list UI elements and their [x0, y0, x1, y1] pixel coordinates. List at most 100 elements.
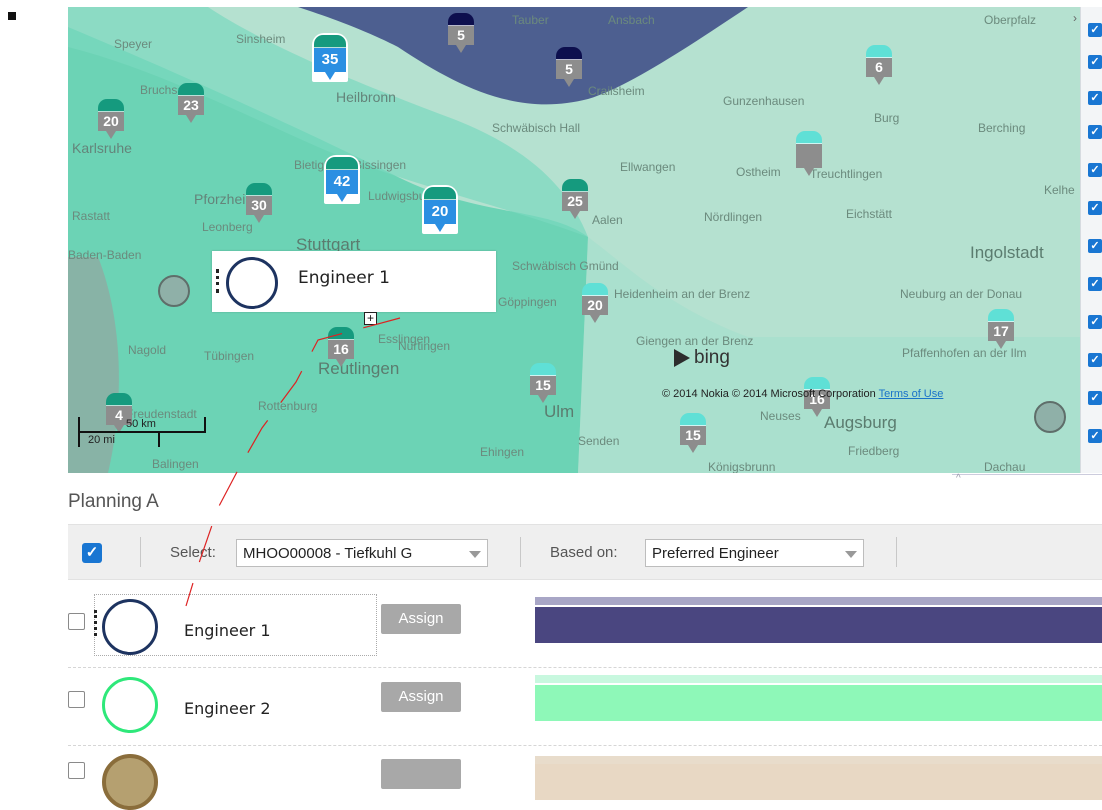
timeline-bar[interactable] — [535, 764, 1102, 800]
pin-cap — [424, 187, 456, 200]
place-tauber: Tauber — [512, 13, 549, 27]
scale-mi-label: 20 mi — [88, 434, 115, 446]
map-pin-cluster[interactable]: 23 — [178, 83, 204, 123]
drag-handle-icon[interactable] — [216, 269, 219, 293]
pin-cap — [246, 183, 272, 196]
pin-count: 15 — [530, 376, 556, 395]
pin-count: 17 — [988, 322, 1014, 341]
map-pin-cluster[interactable]: 15 — [680, 413, 706, 453]
pin-tip — [456, 45, 466, 53]
job-select[interactable]: MHOO00008 - Tiefkuhl G — [236, 539, 488, 567]
layer-checkbox[interactable]: ✓ — [1088, 239, 1102, 253]
pin-tip — [186, 115, 196, 123]
map-pin-cluster[interactable]: 30 — [246, 183, 272, 223]
pin-cap — [106, 393, 132, 406]
engineer-name: Engineer 1 — [184, 621, 271, 640]
map-pin-empty[interactable] — [796, 131, 822, 176]
map-pin-cluster[interactable]: 20 — [582, 283, 608, 323]
assign-button[interactable]: Assign — [381, 604, 461, 634]
copyright-text: © 2014 Nokia © 2014 Microsoft Corporatio… — [662, 388, 876, 400]
layer-checkbox[interactable]: ✓ — [1088, 125, 1102, 139]
map-pin-cluster[interactable]: 20 — [422, 185, 458, 234]
layer-checkbox[interactable]: ✓ — [1088, 277, 1102, 291]
pin-cap — [98, 99, 124, 112]
caret-up-icon: ^ — [956, 473, 961, 484]
assign-button[interactable]: Assign — [381, 682, 461, 712]
place-neuburg: Neuburg an der Donau — [900, 287, 1023, 301]
assign-button[interactable] — [381, 759, 461, 789]
dragged-engineer-card[interactable]: Engineer 1 — [212, 251, 496, 312]
bullet-marker — [8, 12, 16, 20]
pin-count: 35 — [314, 48, 346, 72]
layer-checkbox[interactable]: ✓ — [1088, 163, 1102, 177]
layer-checkbox[interactable]: ✓ — [1088, 353, 1102, 367]
timeline-bar[interactable] — [535, 685, 1102, 721]
place-berching: Berching — [978, 121, 1026, 135]
timeline-bar[interactable] — [535, 607, 1102, 643]
dropdown-arrow-icon — [469, 551, 481, 558]
pin-count: 16 — [328, 340, 354, 359]
place-ulm: Ulm — [544, 402, 575, 421]
place-baden-baden: Baden-Baden — [68, 248, 142, 262]
pin-count: 42 — [326, 170, 358, 194]
map-pin-cluster[interactable]: 42 — [324, 155, 360, 204]
pin-cap — [582, 283, 608, 296]
place-burg: Burg — [874, 111, 900, 125]
map-pin-cluster[interactable]: 16 — [328, 327, 354, 367]
timeline-bar-secondary — [535, 597, 1102, 605]
map-pin-cluster[interactable]: 25 — [562, 179, 588, 219]
layer-checkbox[interactable]: ✓ — [1088, 391, 1102, 405]
pin-tip — [996, 341, 1006, 349]
place-crailsheim: Crailsheim — [588, 84, 645, 98]
pin-count: 30 — [246, 196, 272, 215]
layer-checkbox[interactable]: ✓ — [1088, 429, 1102, 443]
drag-handle-icon[interactable] — [94, 610, 97, 636]
based-on-select[interactable]: Preferred Engineer — [645, 539, 864, 567]
pin-cap — [562, 179, 588, 192]
place-heilbronn: Heilbronn — [336, 89, 396, 105]
map-pin-cluster[interactable]: 15 — [530, 363, 556, 403]
map-pin-cluster[interactable]: 20 — [98, 99, 124, 139]
layer-checkbox[interactable]: ✓ — [1088, 201, 1102, 215]
layer-checkbox[interactable]: ✓ — [1088, 91, 1102, 105]
map-pin-cluster[interactable]: 17 — [988, 309, 1014, 349]
layer-checkbox[interactable]: ✓ — [1088, 315, 1102, 329]
scale-tick — [78, 417, 80, 447]
place-schwabisch-hall: Schwäbisch Hall — [492, 121, 581, 135]
place-augsburg: Augsburg — [824, 413, 897, 432]
terms-of-use-link[interactable]: Terms of Use — [879, 388, 944, 400]
territory-handle[interactable] — [1034, 401, 1066, 433]
pin-tip — [688, 445, 698, 453]
territory-handle[interactable] — [158, 275, 190, 307]
pin-tip — [564, 79, 574, 87]
place-sinsheim: Sinsheim — [236, 32, 286, 46]
engineer-checkbox[interactable] — [68, 691, 85, 708]
map-view[interactable]: Heilbronn Karlsruhe Pforzheim Stuttgart … — [68, 7, 1080, 473]
pin-cap — [314, 35, 346, 48]
place-goppingen: Göppingen — [498, 295, 557, 309]
map-pin-cluster[interactable]: 6 — [866, 45, 892, 85]
engineer-row: Engineer 2 Assign — [68, 672, 1102, 746]
pin-count: 5 — [556, 60, 582, 79]
pin-tip — [804, 168, 814, 176]
toolbar-divider — [896, 537, 897, 567]
place-schwabisch-gmund: Schwäbisch Gmünd — [512, 259, 619, 273]
chevron-right-icon[interactable]: › — [1073, 11, 1077, 25]
bing-text: bing — [694, 347, 730, 368]
pin-count — [796, 144, 822, 168]
engineer-checkbox[interactable] — [68, 613, 85, 630]
map-pin-cluster[interactable]: 35 — [312, 33, 348, 82]
toolbar-divider — [520, 537, 521, 567]
map-pin-cluster[interactable]: 5 — [448, 13, 474, 53]
place-oberpfalz: Oberpfalz — [984, 13, 1037, 27]
layer-checkbox[interactable]: ✓ — [1088, 55, 1102, 69]
engineer-checkbox[interactable] — [68, 762, 85, 779]
layer-checkbox[interactable]: ✓ — [1088, 23, 1102, 37]
engineer-row — [68, 750, 1102, 810]
panel-splitter[interactable]: ^ — [952, 473, 1102, 484]
scale-tick — [158, 431, 160, 447]
map-pin-cluster[interactable]: 5 — [556, 47, 582, 87]
engineer-avatar — [102, 754, 158, 810]
pin-tip — [325, 72, 335, 80]
select-all-checkbox[interactable]: ✓ — [82, 543, 102, 563]
